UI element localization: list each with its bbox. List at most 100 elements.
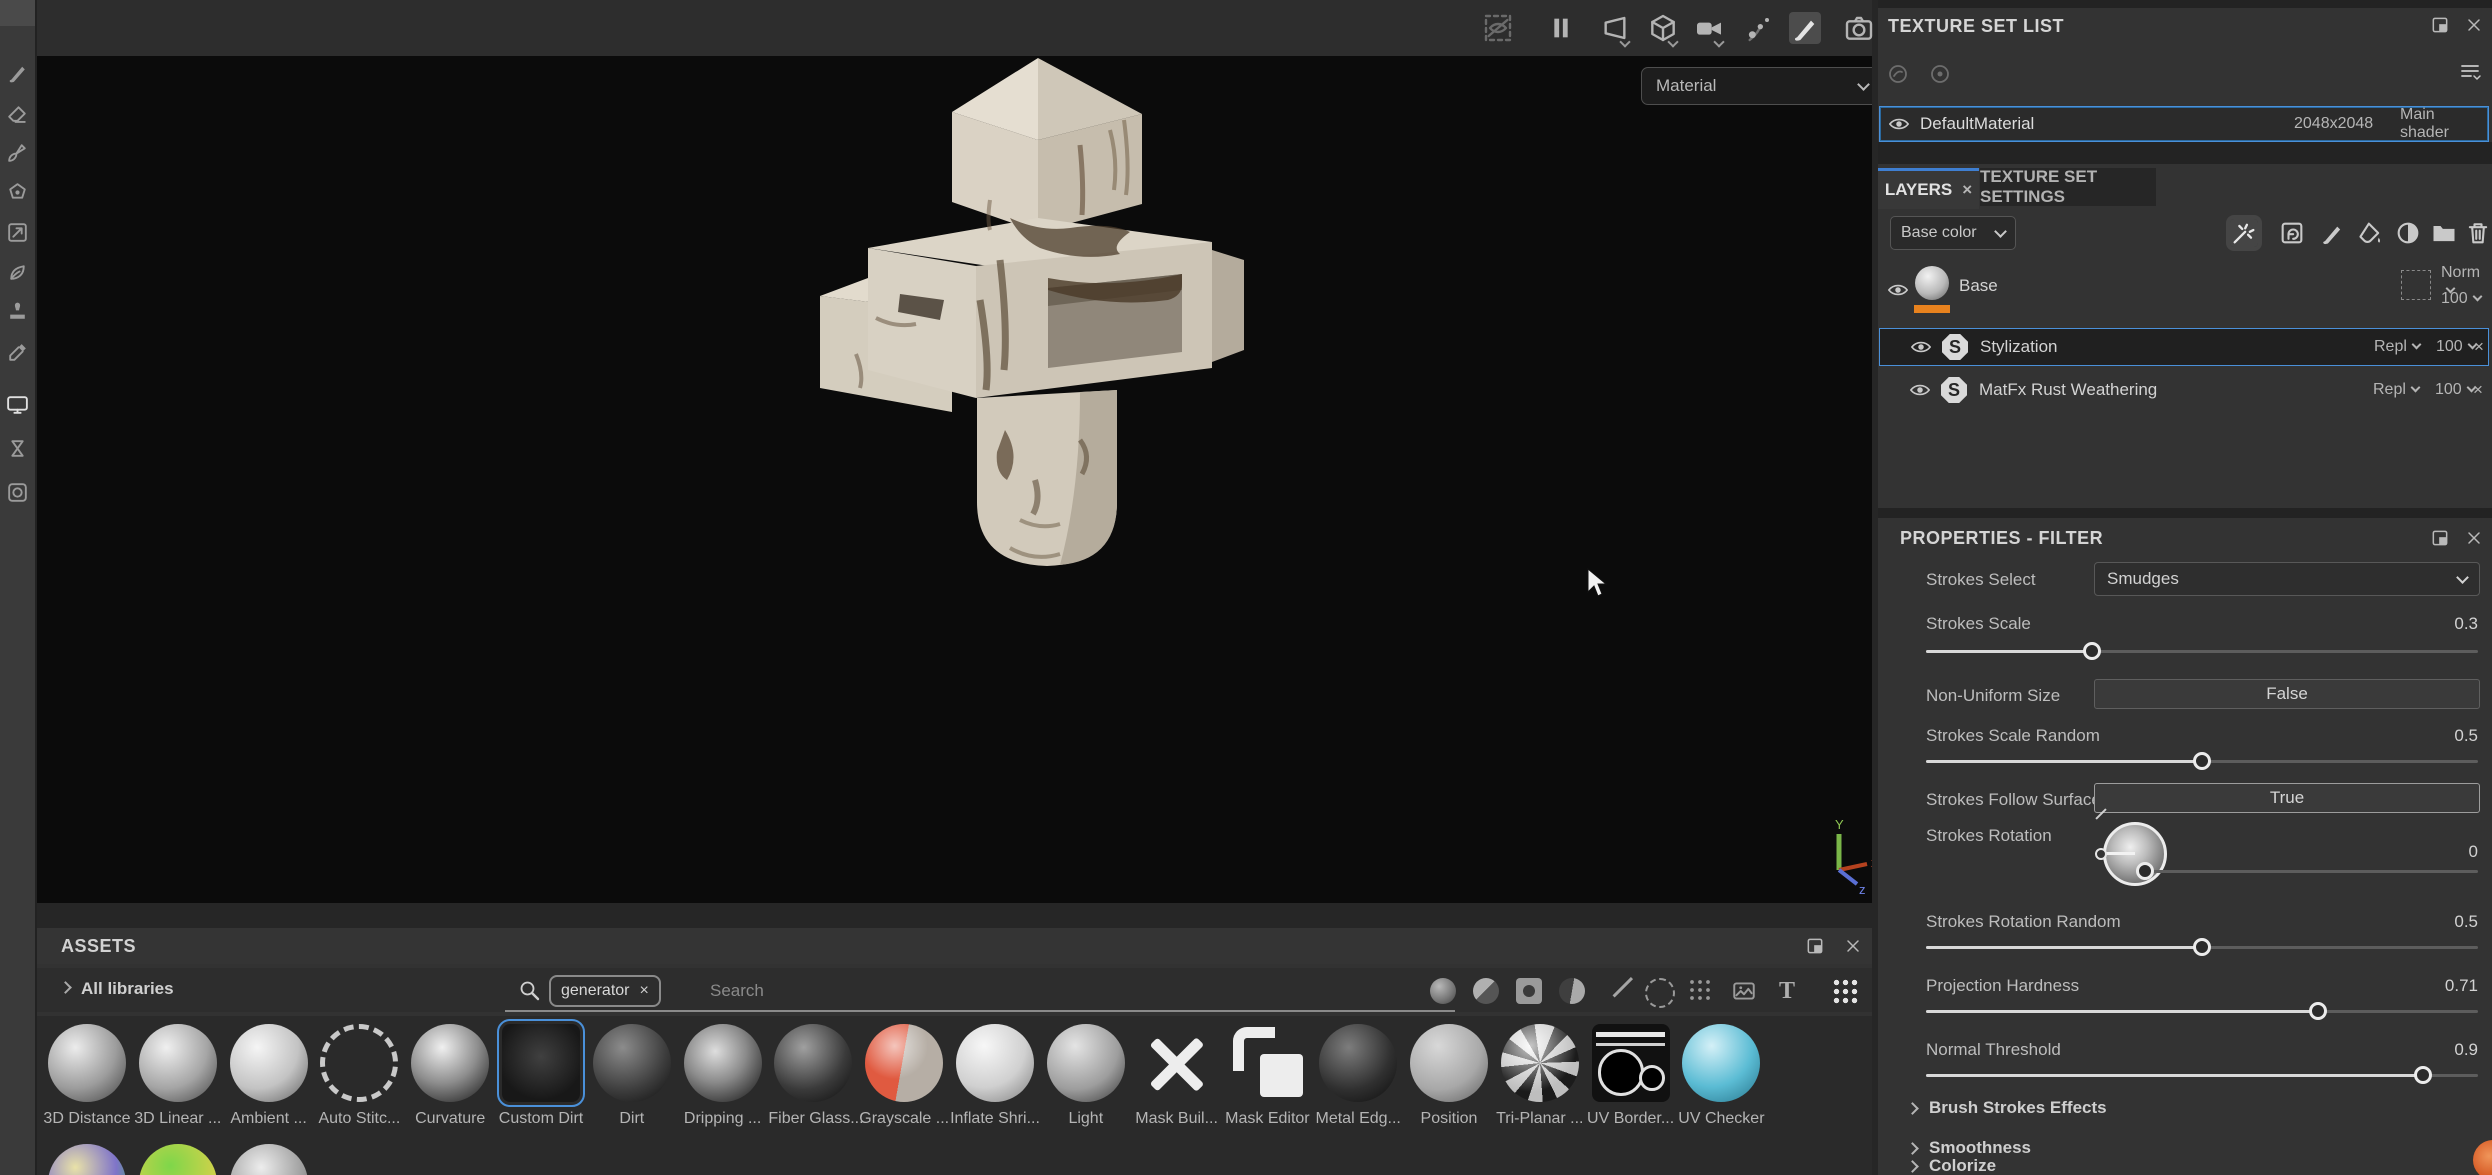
- add-folder-icon[interactable]: [2430, 219, 2458, 247]
- filter-procedurals-icon[interactable]: [1688, 978, 1714, 1004]
- filter-materials-icon[interactable]: [1430, 978, 1456, 1004]
- eye-icon[interactable]: [1888, 113, 1910, 135]
- paint-tool-icon[interactable]: [5, 60, 30, 85]
- filter-smart-materials-icon[interactable]: [1473, 978, 1499, 1004]
- asset-item[interactable]: Dripping ...: [678, 1024, 768, 1128]
- asset-item[interactable]: Light: [1041, 1024, 1131, 1128]
- asset-item-partial[interactable]: [133, 1144, 223, 1175]
- filter-fonts-icon[interactable]: T: [1774, 978, 1800, 1004]
- asset-item[interactable]: 3D Linear ...: [133, 1024, 223, 1128]
- normal-threshold-slider[interactable]: [1926, 1066, 2478, 1084]
- slider-handle[interactable]: [2136, 862, 2154, 880]
- strokes-select-dropdown[interactable]: Smudges: [2094, 562, 2480, 596]
- projection-hardness-value[interactable]: 0.71: [2445, 976, 2478, 996]
- float-panel-icon[interactable]: [2430, 15, 2450, 35]
- float-panel-icon[interactable]: [1805, 936, 1825, 956]
- strokes-rotation-random-slider[interactable]: [1926, 938, 2478, 956]
- viewport-3d[interactable]: Material Y x z: [37, 56, 1872, 903]
- tab-texture-set-settings[interactable]: TEXTURE SET SETTINGS: [1980, 168, 2156, 206]
- pause-icon[interactable]: [1545, 12, 1577, 44]
- asset-item[interactable]: Curvature: [405, 1024, 495, 1128]
- add-smart-material-icon[interactable]: [2278, 219, 2306, 247]
- asset-item[interactable]: Tri-Planar ...: [1495, 1024, 1585, 1128]
- filter-particles-icon[interactable]: [1645, 978, 1675, 1008]
- asset-item-partial[interactable]: [224, 1144, 314, 1175]
- strokes-scale-slider[interactable]: [1926, 642, 2478, 660]
- viewer-settings-icon[interactable]: [5, 392, 30, 417]
- group-brush-strokes-effects[interactable]: Brush Strokes Effects: [1908, 1098, 2107, 1118]
- asset-item[interactable]: Ambient ...: [224, 1024, 314, 1128]
- slider-handle[interactable]: [2193, 938, 2211, 956]
- search-tag-close-icon[interactable]: ×: [640, 982, 649, 1000]
- filter-brushes-icon[interactable]: [1602, 978, 1628, 1004]
- eye-icon[interactable]: [1910, 336, 1932, 358]
- asset-item[interactable]: UV Checker: [1676, 1024, 1766, 1128]
- strokes-scale-random-slider[interactable]: [1926, 752, 2478, 770]
- float-panel-icon[interactable]: [2430, 528, 2450, 548]
- mask-placeholder[interactable]: [2401, 270, 2431, 300]
- asset-item[interactable]: Mask Buil...: [1132, 1024, 1222, 1128]
- remove-layer-icon[interactable]: ×: [2474, 337, 2484, 357]
- texture-set-row[interactable]: DefaultMaterial 2048x2048 Main shader: [1879, 106, 2489, 142]
- add-effect-icon[interactable]: [2230, 219, 2258, 247]
- model-3d[interactable]: [780, 56, 1280, 900]
- chevron-down-icon[interactable]: [1669, 38, 1679, 48]
- asset-item[interactable]: Metal Edg...: [1313, 1024, 1403, 1128]
- normal-threshold-value[interactable]: 0.9: [2454, 1040, 2478, 1060]
- grid-view-icon[interactable]: [1832, 978, 1859, 1005]
- asset-item[interactable]: Dirt: [587, 1024, 677, 1128]
- layer-row-matfx[interactable]: S MatFx Rust Weathering Repl 100 ×: [1879, 372, 2487, 408]
- screenshot-icon[interactable]: [1843, 12, 1875, 44]
- strokes-scale-random-value[interactable]: 0.5: [2454, 726, 2478, 746]
- asset-item[interactable]: Inflate Shri...: [950, 1024, 1040, 1128]
- polygon-fill-tool-icon[interactable]: [5, 180, 30, 205]
- blend-mode[interactable]: Repl: [2374, 338, 2420, 356]
- layer-row-base[interactable]: Base Norm 100: [1879, 264, 2487, 316]
- chevron-down-icon[interactable]: [1621, 38, 1631, 48]
- strokes-rotation-random-value[interactable]: 0.5: [2454, 912, 2478, 932]
- group-smoothness[interactable]: Smoothness: [1908, 1138, 2031, 1158]
- strokes-follow-surface-toggle[interactable]: True: [2094, 783, 2480, 813]
- filter-filters-icon[interactable]: [1559, 978, 1585, 1004]
- texture-set-filter-icon[interactable]: [1886, 62, 1910, 86]
- close-icon[interactable]: [1843, 936, 1863, 956]
- add-paint-layer-icon[interactable]: [2318, 219, 2346, 247]
- filter-smart-masks-icon[interactable]: [1516, 978, 1542, 1004]
- layer-opacity[interactable]: 100: [2435, 381, 2475, 399]
- asset-item[interactable]: Auto Stitc...: [314, 1024, 404, 1128]
- hide-ui-icon[interactable]: [1482, 12, 1514, 44]
- add-smart-mask-icon[interactable]: [2394, 219, 2422, 247]
- eye-icon[interactable]: [1887, 279, 1909, 301]
- projection-tool-icon[interactable]: [5, 140, 30, 165]
- stamp-tool-icon[interactable]: [5, 300, 30, 325]
- layer-opacity[interactable]: 100: [2436, 338, 2476, 356]
- slider-handle[interactable]: [2414, 1066, 2432, 1084]
- strokes-rotation-value[interactable]: 0: [2469, 842, 2478, 862]
- delete-layer-icon[interactable]: [2464, 219, 2492, 247]
- channel-dropdown[interactable]: Base color: [1890, 216, 2016, 250]
- asset-item[interactable]: Grayscale ...: [859, 1024, 949, 1128]
- particles-icon[interactable]: [1743, 12, 1775, 44]
- tab-layers[interactable]: LAYERS ×: [1878, 168, 1979, 209]
- asset-item[interactable]: 3D Distance: [42, 1024, 132, 1128]
- search-tag[interactable]: generator ×: [549, 975, 661, 1007]
- paint-brush-icon[interactable]: [1789, 12, 1821, 44]
- close-icon[interactable]: [2464, 528, 2484, 548]
- slider-handle[interactable]: [2083, 642, 2101, 660]
- history-icon[interactable]: [5, 436, 30, 461]
- group-colorize[interactable]: Colorize: [1908, 1156, 1996, 1175]
- blend-mode[interactable]: Repl: [2373, 381, 2419, 399]
- smudge-tool-icon[interactable]: [5, 220, 30, 245]
- strokes-scale-value[interactable]: 0.3: [2454, 614, 2478, 634]
- asset-item-partial[interactable]: [42, 1144, 132, 1175]
- asset-item[interactable]: UV Border...: [1586, 1024, 1676, 1128]
- eye-icon[interactable]: [1909, 379, 1931, 401]
- asset-item[interactable]: Fiber Glass...: [768, 1024, 858, 1128]
- filter-textures-icon[interactable]: [1731, 978, 1757, 1004]
- layer-thumbnail[interactable]: [1915, 266, 1949, 300]
- slider-handle[interactable]: [2193, 752, 2211, 770]
- material-picker-tool-icon[interactable]: [5, 340, 30, 365]
- projection-hardness-slider[interactable]: [1926, 1002, 2478, 1020]
- layer-opacity[interactable]: 100: [2441, 290, 2481, 308]
- asset-search-bar[interactable]: generator × Search: [505, 972, 1455, 1012]
